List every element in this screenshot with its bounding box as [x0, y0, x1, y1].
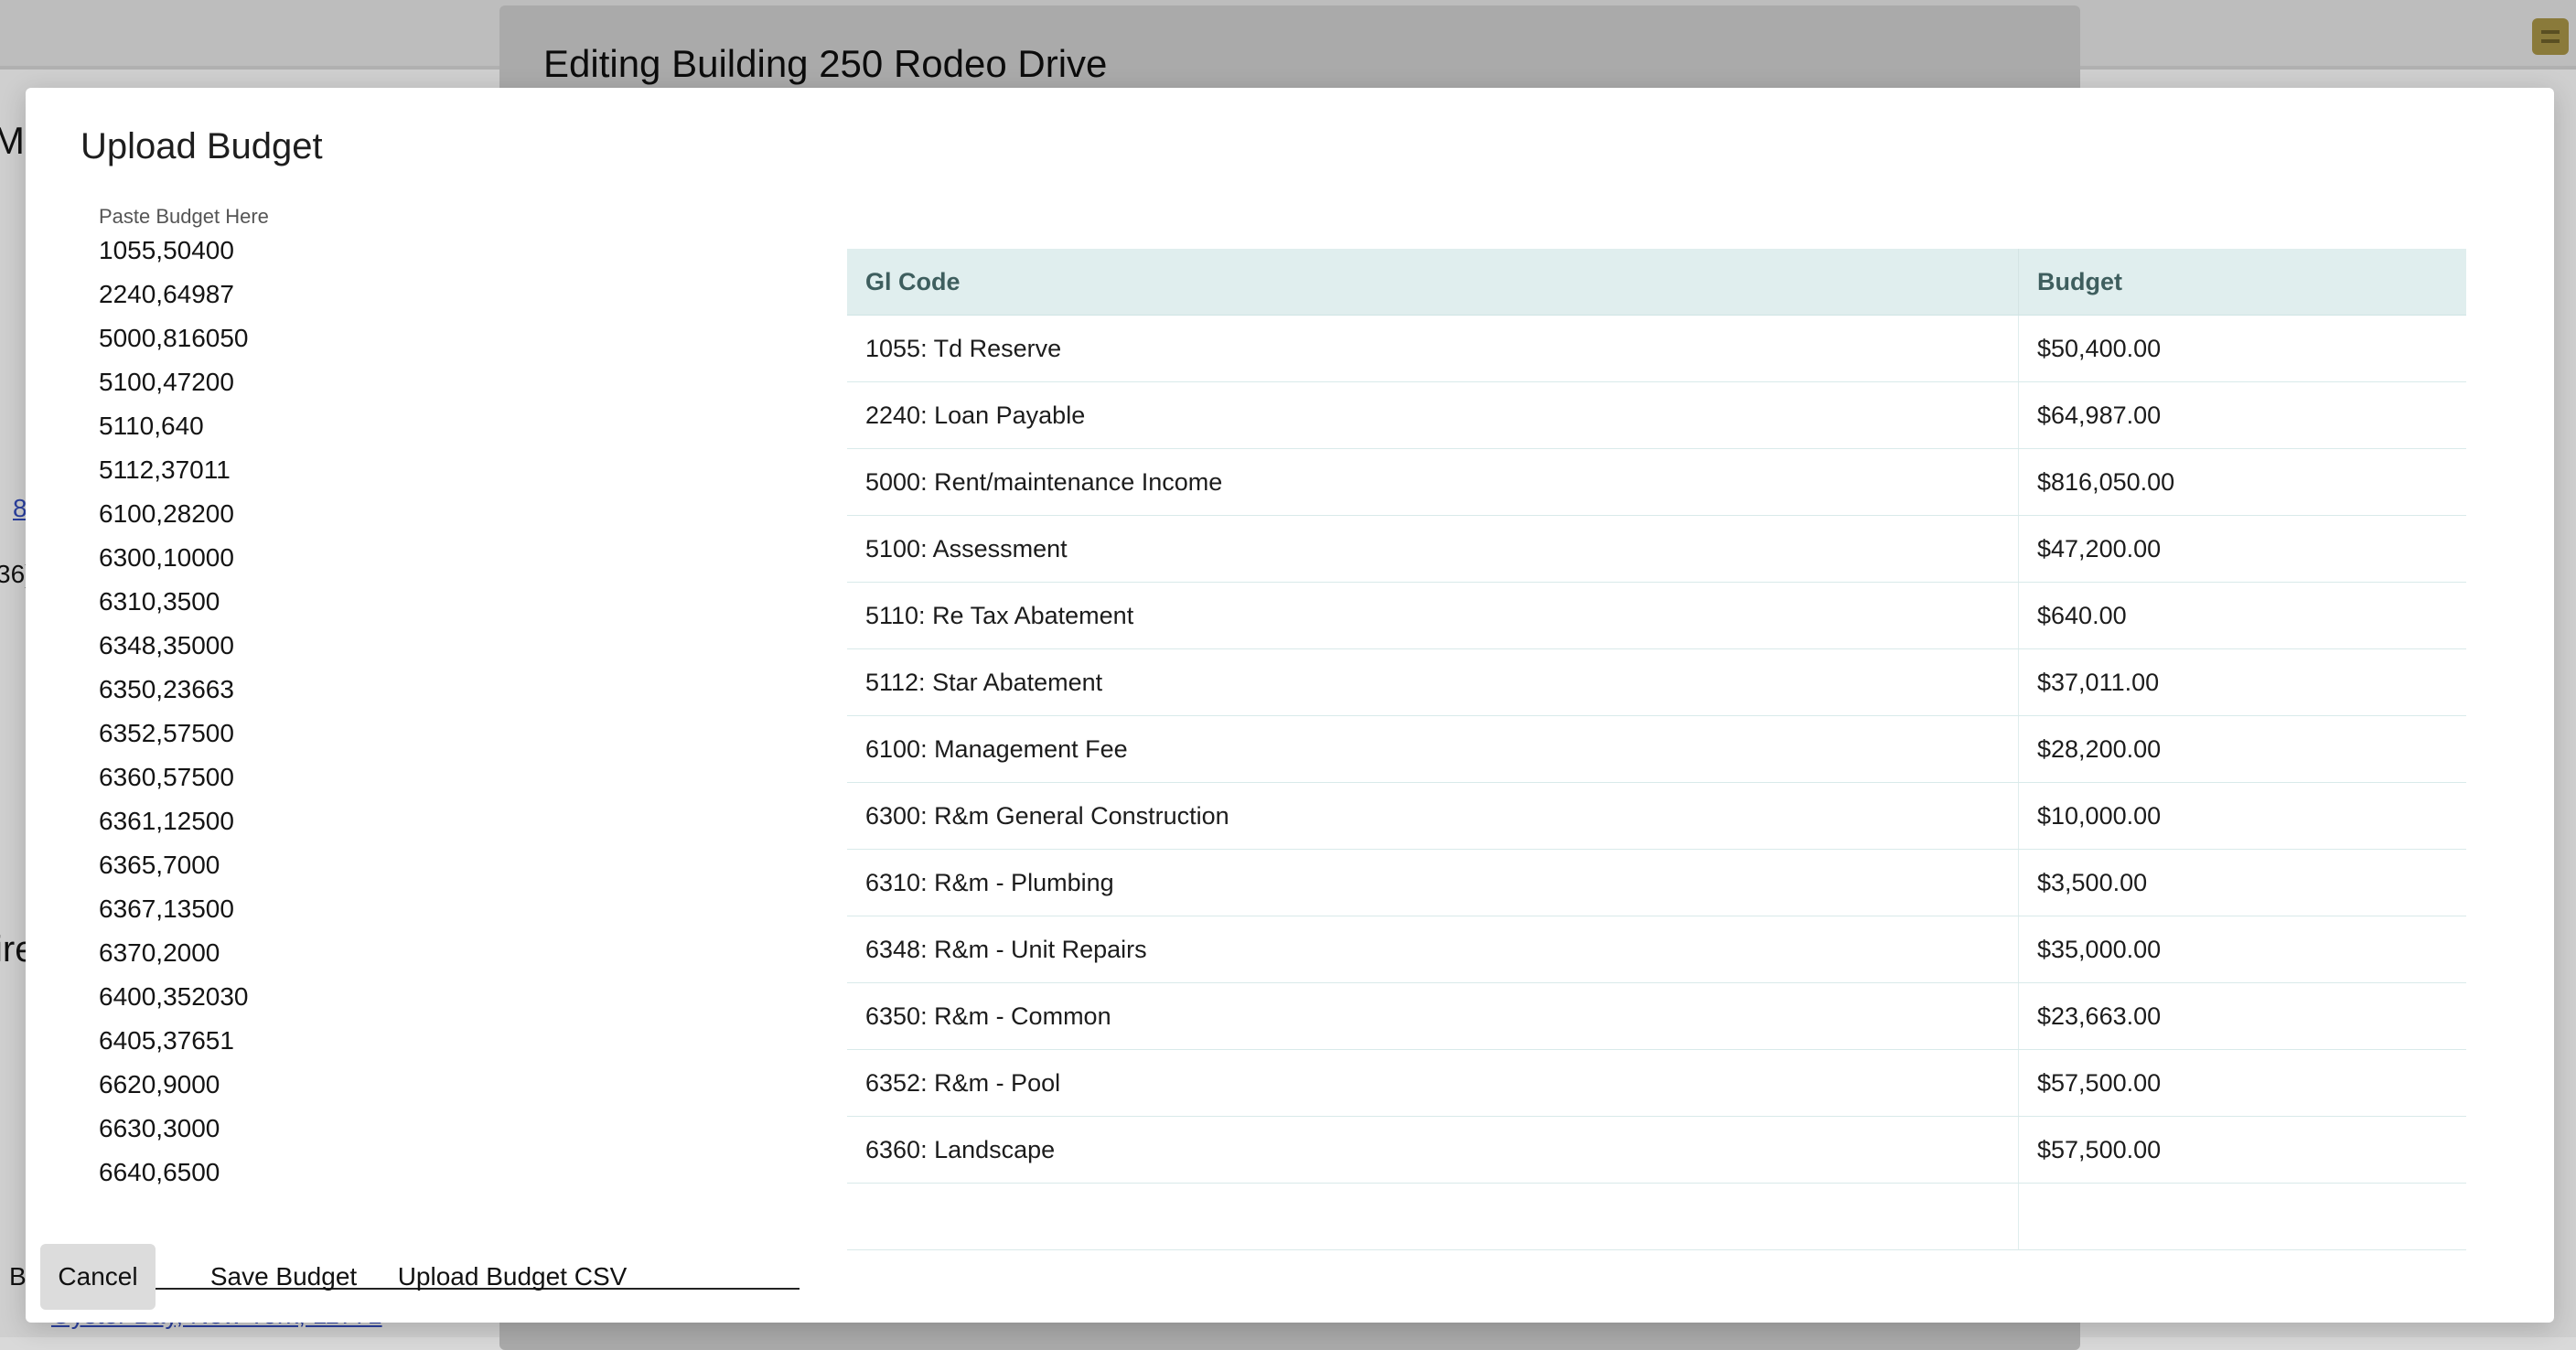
- budget-cell: $35,000.00: [2018, 916, 2466, 983]
- paste-line: 6348,35000: [99, 631, 234, 659]
- paste-line: 2240,64987: [99, 280, 234, 308]
- dialog-title: Upload Budget: [80, 126, 323, 166]
- table-row: 6350: R&m - Common $23,663.00: [847, 982, 2466, 1050]
- budget-cell: $57,500.00: [2018, 1049, 2466, 1117]
- table-row: 6100: Management Fee $28,200.00: [847, 715, 2466, 783]
- gl-code-cell: 6100: Management Fee: [847, 715, 2019, 783]
- budget-cell: $816,050.00: [2018, 448, 2466, 516]
- table-row: 6352: R&m - Pool $57,500.00: [847, 1049, 2466, 1117]
- paste-line: 6630,3000: [99, 1114, 220, 1142]
- table-header-row: Gl Code Budget: [847, 249, 2466, 316]
- paste-budget-label: Paste Budget Here: [99, 205, 269, 228]
- budget-preview-table: Gl Code Budget 1055: Td Reserve $50,400.0…: [847, 249, 2466, 1277]
- table-row: [847, 1183, 2466, 1250]
- gl-code-cell: [847, 1183, 2019, 1250]
- paste-line: 6352,57500: [99, 719, 234, 747]
- gl-code-cell: 5112: Star Abatement: [847, 648, 2019, 716]
- gl-code-cell: 5110: Re Tax Abatement: [847, 582, 2019, 649]
- table-row: 6348: R&m - Unit Repairs $35,000.00: [847, 916, 2466, 983]
- table-row: 1055: Td Reserve $50,400.00: [847, 315, 2466, 382]
- header-budget: Budget: [2018, 249, 2466, 316]
- gl-code-cell: 2240: Loan Payable: [847, 381, 2019, 449]
- budget-cell: $57,500.00: [2018, 1116, 2466, 1184]
- budget-cell: $28,200.00: [2018, 715, 2466, 783]
- editing-dialog-title: Editing Building 250 Rodeo Drive: [543, 42, 1108, 85]
- budget-cell: $64,987.00: [2018, 381, 2466, 449]
- paste-line: 6405,37651: [99, 1026, 234, 1055]
- paste-line: 1055,50400: [99, 236, 234, 264]
- table-row: 6300: R&m General Construction $10,000.00: [847, 782, 2466, 850]
- paste-line: 6361,12500: [99, 807, 234, 835]
- budget-cell: $50,400.00: [2018, 315, 2466, 382]
- table-row: 2240: Loan Payable $64,987.00: [847, 381, 2466, 449]
- paste-line: 6360,57500: [99, 763, 234, 791]
- paste-line: 6400,352030: [99, 982, 249, 1011]
- budget-cell: $3,500.00: [2018, 849, 2466, 916]
- paste-line: 6350,23663: [99, 675, 234, 703]
- gl-code-cell: 6300: R&m General Construction: [847, 782, 2019, 850]
- paste-line: 5000,816050: [99, 324, 249, 352]
- budget-cell: $37,011.00: [2018, 648, 2466, 716]
- gl-code-cell: 6360: Landscape: [847, 1116, 2019, 1184]
- paste-line: 6300,10000: [99, 543, 234, 572]
- table-row: 5112: Star Abatement $37,011.00: [847, 648, 2466, 716]
- upload-budget-dialog: Upload Budget Paste Budget Here 1055,504…: [26, 88, 2554, 1323]
- bg-label-fragment: B: [9, 1262, 27, 1291]
- paste-line: 5110,640: [99, 412, 204, 440]
- budget-cell: [2018, 1183, 2466, 1250]
- table-row: 5110: Re Tax Abatement $640.00: [847, 582, 2466, 649]
- table-row: 5100: Assessment $47,200.00: [847, 515, 2466, 583]
- paste-line: 5100,47200: [99, 368, 234, 396]
- paste-line: 6640,6500: [99, 1158, 220, 1186]
- paste-line: 6367,13500: [99, 895, 234, 923]
- gl-code-cell: 6348: R&m - Unit Repairs: [847, 916, 2019, 983]
- paste-line: 5112,37011: [99, 455, 231, 484]
- cancel-button[interactable]: Cancel: [40, 1244, 156, 1310]
- budget-cell: $23,663.00: [2018, 982, 2466, 1050]
- budget-cell: $640.00: [2018, 582, 2466, 649]
- paste-line: 6365,7000: [99, 851, 220, 879]
- gl-code-cell: 6350: R&m - Common: [847, 982, 2019, 1050]
- header-gl-code: Gl Code: [847, 249, 2019, 316]
- paste-line: 6370,2000: [99, 938, 220, 967]
- paste-line: 6100,28200: [99, 499, 234, 528]
- gl-code-cell: 6352: R&m - Pool: [847, 1049, 2019, 1117]
- table-row: 6310: R&m - Plumbing $3,500.00: [847, 849, 2466, 916]
- budget-cell: $47,200.00: [2018, 515, 2466, 583]
- save-budget-button[interactable]: Save Budget: [185, 1244, 382, 1310]
- paste-budget-textarea[interactable]: 1055,50400 2240,64987 5000,816050 5100,4720…: [68, 232, 800, 1290]
- paste-line: 6310,3500: [99, 587, 220, 616]
- table-row: 5000: Rent/maintenance Income $816,050.00: [847, 448, 2466, 516]
- menu-icon[interactable]: [2532, 18, 2569, 55]
- table-row: 6360: Landscape $57,500.00: [847, 1116, 2466, 1184]
- gl-code-cell: 6310: R&m - Plumbing: [847, 849, 2019, 916]
- gl-code-cell: 5100: Assessment: [847, 515, 2019, 583]
- paste-line: 6620,9000: [99, 1070, 220, 1098]
- gl-code-cell: 5000: Rent/maintenance Income: [847, 448, 2019, 516]
- gl-code-cell: 1055: Td Reserve: [847, 315, 2019, 382]
- upload-budget-csv-button[interactable]: Upload Budget CSV: [357, 1244, 668, 1310]
- budget-cell: $10,000.00: [2018, 782, 2466, 850]
